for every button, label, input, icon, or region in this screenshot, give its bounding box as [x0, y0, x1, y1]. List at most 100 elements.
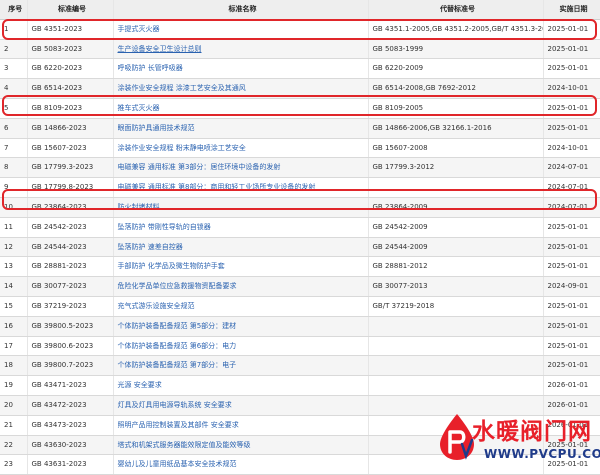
cell-implementation-date: 2025-01-01 — [543, 336, 600, 357]
cell-index: 14 — [0, 276, 28, 297]
table-row: 14 GB 30077-2023 危险化学品单位应急救援物资配备要求 GB 30077… — [0, 276, 600, 297]
cell-implementation-date: 2024-07-01 — [543, 177, 600, 198]
cell-replaced-standard: GB 30077-2013 — [368, 276, 544, 297]
cell-replaced-standard — [368, 316, 544, 337]
cell-replaced-standard — [368, 177, 544, 198]
cell-index: 19 — [0, 375, 28, 396]
cell-implementation-date: 2025-01-01 — [543, 58, 600, 80]
cell-standard-number: GB 5083-2023 — [27, 39, 114, 60]
cell-standard-name[interactable]: 防火封堵材料 — [113, 197, 369, 218]
cell-standard-number: GB 39800.6-2023 — [27, 336, 114, 357]
cell-implementation-date: 2025-01-01 — [543, 237, 600, 258]
table-row: 16 GB 39800.5-2023 个体防护装备配备规范 第5部分：建材 2025-… — [0, 316, 600, 337]
cell-standard-name[interactable]: 生产设备安全卫生设计总则 — [113, 39, 369, 60]
cell-replaced-standard: GB 17799.3-2012 — [368, 157, 544, 179]
cell-standard-name[interactable]: 电磁兼容 通用标准 第3部分：居住环境中设备的发射 — [113, 157, 369, 179]
cell-replaced-standard — [368, 336, 544, 357]
cell-standard-name[interactable]: 手部防护 化学品及微生物防护手套 — [113, 256, 369, 278]
cell-standard-name[interactable]: 呼吸防护 长管呼吸器 — [113, 58, 369, 80]
cell-standard-name[interactable]: 危险化学品单位应急救援物资配备要求 — [113, 276, 369, 297]
cell-implementation-date: 2025-01-01 — [543, 98, 600, 119]
cell-standard-name[interactable]: 灯具及灯具用电源导轨系统 安全要求 — [113, 395, 369, 416]
cell-standard-name[interactable]: 塔式和机架式服务器能效限定值及能效等级 — [113, 435, 369, 456]
cell-implementation-date: 2025-01-01 — [543, 19, 600, 40]
cell-index: 2 — [0, 39, 28, 60]
table-row: 12 GB 24544-2023 坠落防护 速差自控器 GB 24544-2009 20… — [0, 237, 600, 258]
cell-standard-number: GB 43630-2023 — [27, 435, 114, 456]
cell-standard-number: GB 6514-2023 — [27, 78, 114, 99]
cell-implementation-date: 2025-01-01 — [543, 316, 600, 337]
cell-index: 12 — [0, 237, 28, 258]
table-row: 10 GB 23864-2023 防火封堵材料 GB 23864-2009 2024-0… — [0, 197, 600, 218]
cell-standard-name[interactable]: 光源 安全要求 — [113, 375, 369, 396]
cell-standard-number: GB 43472-2023 — [27, 395, 114, 416]
cell-standard-name[interactable]: 手提式灭火器 — [113, 19, 369, 40]
cell-replaced-standard: GB 24544-2009 — [368, 237, 544, 258]
cell-standard-number: GB 17799.3-2023 — [27, 157, 114, 179]
cell-standard-name[interactable]: 眼面防护具通用技术规范 — [113, 118, 369, 139]
cell-index: 15 — [0, 296, 28, 317]
table-row: 9 GB 17799.8-2023 电磁兼容 通用标准 第8部分：商用和轻工业场所专… — [0, 177, 600, 198]
cell-standard-number: GB 30077-2023 — [27, 276, 114, 297]
cell-standard-name[interactable]: 个体防护装备配备规范 第6部分：电力 — [113, 336, 369, 357]
cell-replaced-standard: GB 23864-2009 — [368, 197, 544, 218]
cell-standard-name[interactable]: 坠落防护 带刚性导轨的自锁器 — [113, 217, 369, 238]
cell-replaced-standard: GB 28881-2012 — [368, 256, 544, 278]
cell-standard-number: GB 4351-2023 — [27, 19, 114, 40]
cell-replaced-standard: GB 8109-2005 — [368, 98, 544, 119]
cell-index: 21 — [0, 415, 28, 436]
table-row: 2 GB 5083-2023 生产设备安全卫生设计总则 GB 5083-1999 202… — [0, 39, 600, 60]
cell-index: 20 — [0, 395, 28, 416]
cell-index: 5 — [0, 98, 28, 119]
cell-implementation-date: 2024-07-01 — [543, 157, 600, 179]
cell-replaced-standard: GB 14866-2006,GB 32166.1-2016 — [368, 118, 544, 139]
cell-standard-number: GB 43471-2023 — [27, 375, 114, 396]
cell-index: 22 — [0, 435, 28, 456]
cell-index: 13 — [0, 256, 28, 278]
cell-standard-number: GB 14866-2023 — [27, 118, 114, 139]
cell-standard-name[interactable]: 涂装作业安全规程 粉末静电喷涂工艺安全 — [113, 138, 369, 159]
table-row: 8 GB 17799.3-2023 电磁兼容 通用标准 第3部分：居住环境中设备的发… — [0, 157, 600, 179]
cell-standard-number: GB 43631-2023 — [27, 454, 114, 475]
cell-standard-name[interactable]: 个体防护装备配备规范 第7部分：电子 — [113, 355, 369, 377]
table-row: 3 GB 6220-2023 呼吸防护 长管呼吸器 GB 6220-2009 2025-… — [0, 58, 600, 80]
cell-standard-name[interactable]: 照明产品用控制装置及其部件 安全要求 — [113, 415, 369, 436]
cell-standard-name[interactable]: 电磁兼容 通用标准 第8部分：商用和轻工业场所专业设备的发射 — [113, 177, 369, 198]
cell-standard-number: GB 8109-2023 — [27, 98, 114, 119]
cell-replaced-standard: GB 6514-2008,GB 7692-2012 — [368, 78, 544, 99]
cell-implementation-date: 2025-01-01 — [543, 217, 600, 238]
cell-implementation-date: 2024-07-01 — [543, 197, 600, 218]
cell-standard-number: GB 6220-2023 — [27, 58, 114, 80]
cell-implementation-date: 2024-10-01 — [543, 78, 600, 99]
header-replaced-standard: 代替标准号 — [368, 0, 544, 20]
cell-index: 10 — [0, 197, 28, 218]
cell-index: 8 — [0, 157, 28, 179]
cell-standard-number: GB 39800.5-2023 — [27, 316, 114, 337]
table-row: 17 GB 39800.6-2023 个体防护装备配备规范 第6部分：电力 2025-… — [0, 336, 600, 357]
cell-index: 23 — [0, 454, 28, 475]
cell-replaced-standard: GB 6220-2009 — [368, 58, 544, 80]
cell-standard-name[interactable]: 涂装作业安全规程 涂漆工艺安全及其通风 — [113, 78, 369, 99]
cell-index: 7 — [0, 138, 28, 159]
cell-standard-name[interactable]: 个体防护装备配备规范 第5部分：建材 — [113, 316, 369, 337]
cell-implementation-date: 2024-09-01 — [543, 276, 600, 297]
cell-standard-name[interactable]: 充气式游乐设施安全规范 — [113, 296, 369, 317]
cell-standard-name[interactable]: 坠落防护 速差自控器 — [113, 237, 369, 258]
cell-standard-number: GB 37219-2023 — [27, 296, 114, 317]
table-row: 1 GB 4351-2023 手提式灭火器 GB 4351.1-2005,GB 435… — [0, 19, 600, 40]
cell-implementation-date: 2025-01-01 — [543, 118, 600, 139]
table-row: 7 GB 15607-2023 涂装作业安全规程 粉末静电喷涂工艺安全 GB 1560… — [0, 138, 600, 159]
watermark-text-en: WWW.PVCPU.COM — [484, 447, 600, 461]
table-header-row: 序号 标准编号 标准名称 代替标准号 实施日期 — [0, 0, 600, 20]
cell-standard-number: GB 43473-2023 — [27, 415, 114, 436]
cell-standard-name[interactable]: 推车式灭火器 — [113, 98, 369, 119]
cell-index: 18 — [0, 355, 28, 377]
table-row: 18 GB 39800.7-2023 个体防护装备配备规范 第7部分：电子 2025-… — [0, 355, 600, 377]
cell-index: 1 — [0, 19, 28, 40]
cell-replaced-standard — [368, 375, 544, 396]
cell-standard-name[interactable]: 婴幼儿及儿童用纸品基本安全技术规范 — [113, 454, 369, 475]
cell-standard-number: GB 15607-2023 — [27, 138, 114, 159]
header-implementation-date: 实施日期 — [543, 0, 600, 20]
cell-implementation-date: 2025-01-01 — [543, 355, 600, 377]
cell-index: 11 — [0, 217, 28, 238]
